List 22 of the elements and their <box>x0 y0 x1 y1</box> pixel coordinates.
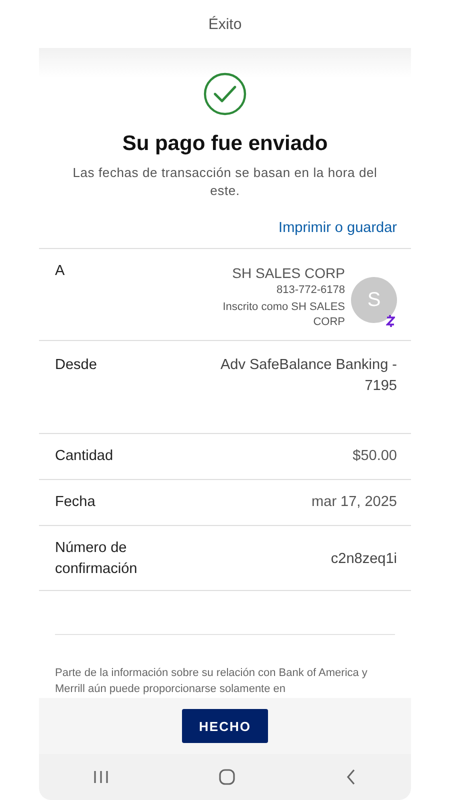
back-icon[interactable] <box>344 769 357 785</box>
confirmation-subtitle: Las fechas de transacción se basan en la hora del este. <box>72 164 378 200</box>
recent-apps-icon[interactable] <box>93 770 110 784</box>
recipient-name: SH SALES CORP <box>232 265 345 281</box>
recipient-enrollment: Inscrito como SH SALES CORP <box>222 300 345 330</box>
row-label: A <box>55 262 65 281</box>
row-label: Desde <box>55 356 97 375</box>
row-label: Número de confirmación <box>55 539 138 579</box>
row-label: Fecha <box>55 493 96 512</box>
row-value: Adv SafeBalance Banking - 7195 <box>219 356 397 396</box>
disclaimer-text: Parte de la información sobre su relación con Bank of America y Merrill aún puede proporcionarse solamente en <box>55 666 368 697</box>
confirmation-heading: Su pago fue enviado <box>122 132 328 156</box>
print-or-save-link[interactable]: Imprimir o guardar <box>278 220 397 236</box>
home-icon[interactable] <box>218 768 236 786</box>
row-value: c2n8zeq1i <box>330 550 397 568</box>
row-value: $50.00 <box>352 447 397 466</box>
recipient-phone: 813-772-6178 <box>276 283 345 298</box>
row-label: Cantidad <box>55 447 114 466</box>
done-button[interactable]: HECHO <box>182 709 268 743</box>
screen-title: Éxito <box>208 16 242 32</box>
checkmark-icon <box>203 72 247 116</box>
row-value: mar 17, 2025 <box>312 493 397 512</box>
